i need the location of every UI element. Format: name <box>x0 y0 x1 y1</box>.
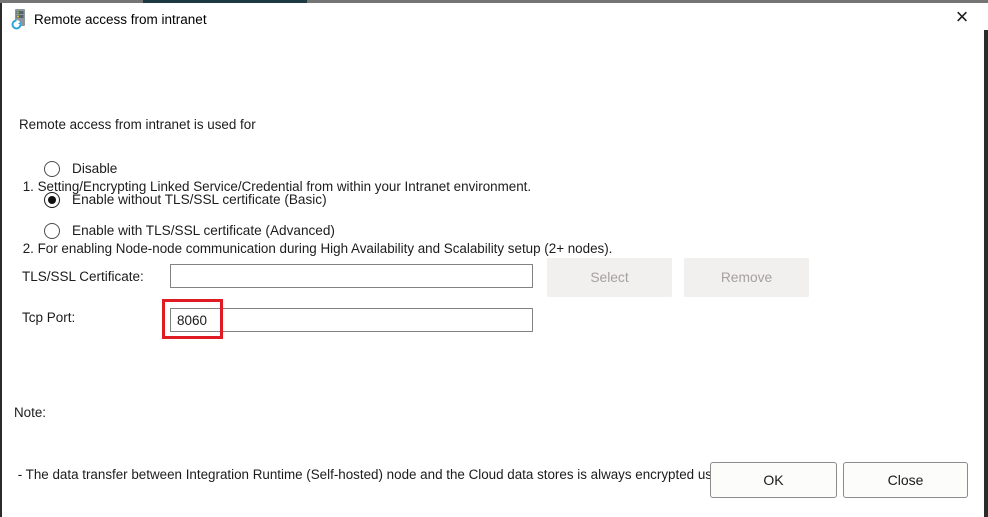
intro-line-3: 2. For enabling Node-node communication … <box>19 240 613 256</box>
close-button[interactable]: Close <box>843 462 968 498</box>
intro-line-1: Remote access from intranet is used for <box>19 117 256 133</box>
radio-option-disable[interactable]: Disable <box>44 160 335 177</box>
window-right-edge <box>984 30 988 517</box>
radio-button-icon[interactable] <box>44 191 60 208</box>
ok-button[interactable]: OK <box>710 462 837 498</box>
window-title: Remote access from intranet <box>34 12 207 27</box>
radio-label: Enable with TLS/SSL certificate (Advance… <box>72 223 335 238</box>
window-top-edge-accent <box>143 0 307 3</box>
radio-button-icon[interactable] <box>44 160 60 177</box>
integration-runtime-server-icon <box>11 9 25 30</box>
tcp-port-input[interactable] <box>170 308 533 332</box>
radio-option-enable-basic[interactable]: Enable without TLS/SSL certificate (Basi… <box>44 191 335 208</box>
radio-option-enable-advanced[interactable]: Enable with TLS/SSL certificate (Advance… <box>44 222 335 239</box>
remote-access-mode-group: Disable Enable without TLS/SSL certifica… <box>44 160 335 239</box>
certificate-label: TLS/SSL Certificate: <box>22 269 144 284</box>
window-left-edge <box>0 3 2 517</box>
certificate-input[interactable] <box>170 264 533 288</box>
radio-button-icon[interactable] <box>44 222 60 239</box>
select-certificate-button[interactable]: Select <box>547 258 672 297</box>
close-icon[interactable]: × <box>947 2 977 32</box>
radio-label: Enable without TLS/SSL certificate (Basi… <box>72 192 327 207</box>
remove-certificate-button[interactable]: Remove <box>684 258 809 297</box>
remote-access-dialog: Remote access from intranet × Remote acc… <box>0 0 988 517</box>
tcp-port-label: Tcp Port: <box>22 310 76 325</box>
note-heading: Note: <box>14 405 47 420</box>
radio-label: Disable <box>72 161 118 176</box>
